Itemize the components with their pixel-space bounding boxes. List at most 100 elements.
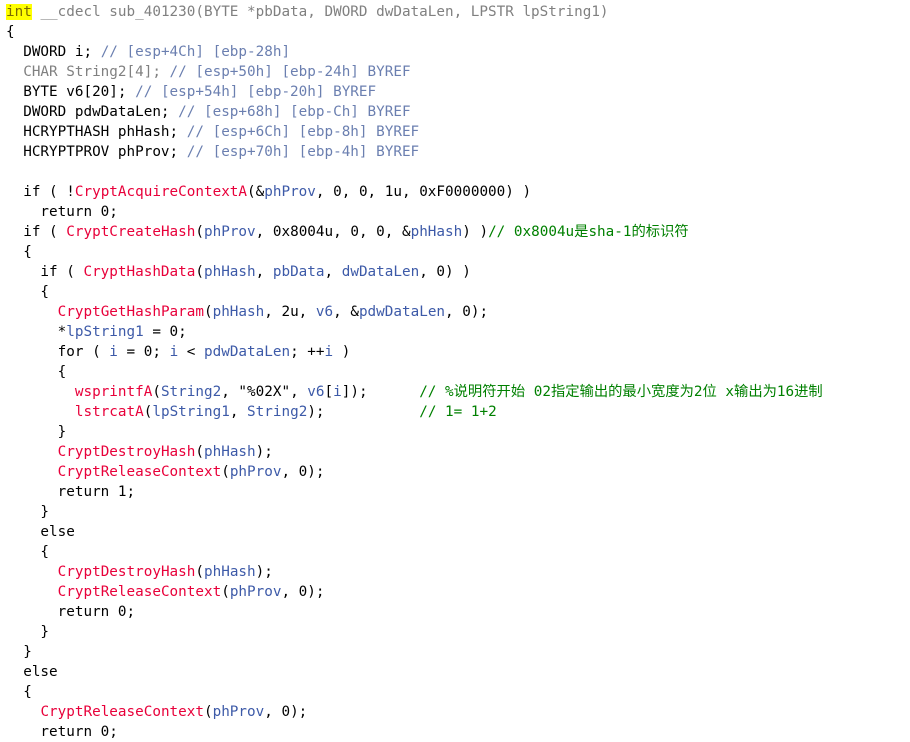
code-token: ]);: [341, 384, 420, 400]
variable-name[interactable]: phProv: [230, 584, 282, 600]
function-name[interactable]: CryptCreateHash: [66, 224, 195, 240]
function-name[interactable]: CryptDestroyHash: [58, 564, 196, 580]
code-line[interactable]: if ( CryptCreateHash(phProv, 0x8004u, 0,…: [6, 222, 910, 242]
variable-name[interactable]: dwDataLen: [342, 264, 419, 280]
variable-name[interactable]: String2: [247, 404, 307, 420]
code-line[interactable]: {: [6, 682, 910, 702]
variable-name[interactable]: i: [325, 344, 334, 360]
code-comment: // 1= 1+2: [419, 404, 497, 420]
code-line[interactable]: CryptReleaseContext(phProv, 0);: [6, 702, 910, 722]
code-line[interactable]: else: [6, 662, 910, 682]
code-token: <: [178, 344, 204, 360]
code-line[interactable]: DWORD pdwDataLen; // [esp+68h] [ebp-Ch] …: [6, 102, 910, 122]
code-line[interactable]: DWORD i; // [esp+4Ch] [ebp-28h]: [6, 42, 910, 62]
code-token: return 1;: [6, 484, 136, 500]
code-line[interactable]: CryptReleaseContext(phProv, 0);: [6, 462, 910, 482]
code-token: else: [6, 524, 75, 540]
code-line[interactable]: else: [6, 522, 910, 542]
code-line[interactable]: *lpString1 = 0;: [6, 322, 910, 342]
variable-name[interactable]: phProv: [230, 464, 282, 480]
code-token: (: [152, 384, 161, 400]
function-name[interactable]: CryptDestroyHash: [58, 444, 196, 460]
function-name[interactable]: wsprintfA: [75, 384, 152, 400]
code-line[interactable]: CryptReleaseContext(phProv, 0);: [6, 582, 910, 602]
code-line[interactable]: }: [6, 422, 910, 442]
function-name[interactable]: CryptHashData: [83, 264, 195, 280]
code-line[interactable]: CHAR String2[4]; // [esp+50h] [ebp-24h] …: [6, 62, 910, 82]
variable-name[interactable]: phHash: [411, 224, 463, 240]
variable-name[interactable]: phProv: [264, 184, 316, 200]
code-token: }: [6, 644, 32, 660]
variable-name[interactable]: lpString1: [66, 324, 143, 340]
code-token: __cdecl sub_401230(BYTE *pbData, DWORD d…: [40, 4, 609, 20]
code-line[interactable]: {: [6, 362, 910, 382]
variable-name[interactable]: String2: [161, 384, 221, 400]
variable-name[interactable]: i: [109, 344, 118, 360]
code-token: DWORD i;: [6, 44, 101, 60]
variable-name[interactable]: phHash: [204, 564, 256, 580]
code-line[interactable]: wsprintfA(String2, "%02X", v6[i]); // %说…: [6, 382, 910, 402]
code-token: HCRYPTPROV phProv;: [6, 144, 187, 160]
code-line[interactable]: HCRYPTPROV phProv; // [esp+70h] [ebp-4h]…: [6, 142, 910, 162]
variable-name[interactable]: pbData: [273, 264, 325, 280]
variable-name[interactable]: i: [333, 384, 342, 400]
code-token: if (: [6, 264, 84, 280]
variable-name[interactable]: phProv: [204, 224, 256, 240]
code-line[interactable]: return 0;: [6, 602, 910, 622]
code-token: ,: [229, 404, 248, 420]
code-line[interactable]: BYTE v6[20]; // [esp+54h] [ebp-20h] BYRE…: [6, 82, 910, 102]
code-token: }: [6, 624, 50, 640]
code-token: , 0, 0, 1u, 0xF0000000) ): [315, 184, 532, 200]
function-name[interactable]: CryptReleaseContext: [58, 584, 222, 600]
code-line[interactable]: if ( CryptHashData(phHash, pbData, dwDat…: [6, 262, 910, 282]
code-line[interactable]: return 0;: [6, 202, 910, 222]
code-line[interactable]: HCRYPTHASH phHash; // [esp+6Ch] [ebp-8h]…: [6, 122, 910, 142]
code-line[interactable]: }: [6, 642, 910, 662]
code-token: , 0);: [445, 304, 489, 320]
code-comment: // [esp+50h] [ebp-24h] BYREF: [169, 64, 411, 80]
code-line[interactable]: return 1;: [6, 482, 910, 502]
variable-name[interactable]: v6: [307, 384, 324, 400]
function-name[interactable]: CryptAcquireContextA: [75, 184, 247, 200]
variable-name[interactable]: phHash: [204, 444, 256, 460]
pseudocode-view[interactable]: int __cdecl sub_401230(BYTE *pbData, DWO…: [6, 2, 910, 742]
function-name[interactable]: CryptGetHashParam: [58, 304, 204, 320]
code-token: ; ++: [290, 344, 325, 360]
code-line[interactable]: {: [6, 242, 910, 262]
highlighted-token[interactable]: int: [6, 4, 32, 20]
code-line[interactable]: CryptDestroyHash(phHash);: [6, 442, 910, 462]
code-line[interactable]: [6, 162, 910, 182]
variable-name[interactable]: phHash: [204, 264, 256, 280]
code-line[interactable]: if ( !CryptAcquireContextA(&phProv, 0, 0…: [6, 182, 910, 202]
code-line[interactable]: return 0;: [6, 722, 910, 742]
variable-name[interactable]: pdwDataLen: [359, 304, 445, 320]
function-name[interactable]: CryptReleaseContext: [58, 464, 222, 480]
code-line[interactable]: CryptGetHashParam(phHash, 2u, v6, &pdwDa…: [6, 302, 910, 322]
code-token: *: [6, 324, 67, 340]
code-line[interactable]: }: [6, 502, 910, 522]
variable-name[interactable]: phHash: [213, 304, 265, 320]
code-token: BYTE v6[20];: [6, 84, 136, 100]
code-line[interactable]: int __cdecl sub_401230(BYTE *pbData, DWO…: [6, 2, 910, 22]
code-token: , 0);: [264, 704, 308, 720]
variable-name[interactable]: pdwDataLen: [204, 344, 290, 360]
code-line[interactable]: {: [6, 22, 910, 42]
variable-name[interactable]: v6: [316, 304, 333, 320]
code-line[interactable]: lstrcatA(lpString1, String2); // 1= 1+2: [6, 402, 910, 422]
variable-name[interactable]: i: [170, 344, 179, 360]
code-line[interactable]: }: [6, 622, 910, 642]
code-line[interactable]: {: [6, 542, 910, 562]
function-name[interactable]: CryptReleaseContext: [40, 704, 204, 720]
code-line[interactable]: for ( i = 0; i < pdwDataLen; ++i ): [6, 342, 910, 362]
code-line[interactable]: CryptDestroyHash(phHash);: [6, 562, 910, 582]
function-name[interactable]: lstrcatA: [75, 404, 144, 420]
variable-name[interactable]: phProv: [213, 704, 265, 720]
variable-name[interactable]: lpString1: [152, 404, 229, 420]
code-line[interactable]: {: [6, 282, 910, 302]
code-token: );: [255, 444, 273, 460]
